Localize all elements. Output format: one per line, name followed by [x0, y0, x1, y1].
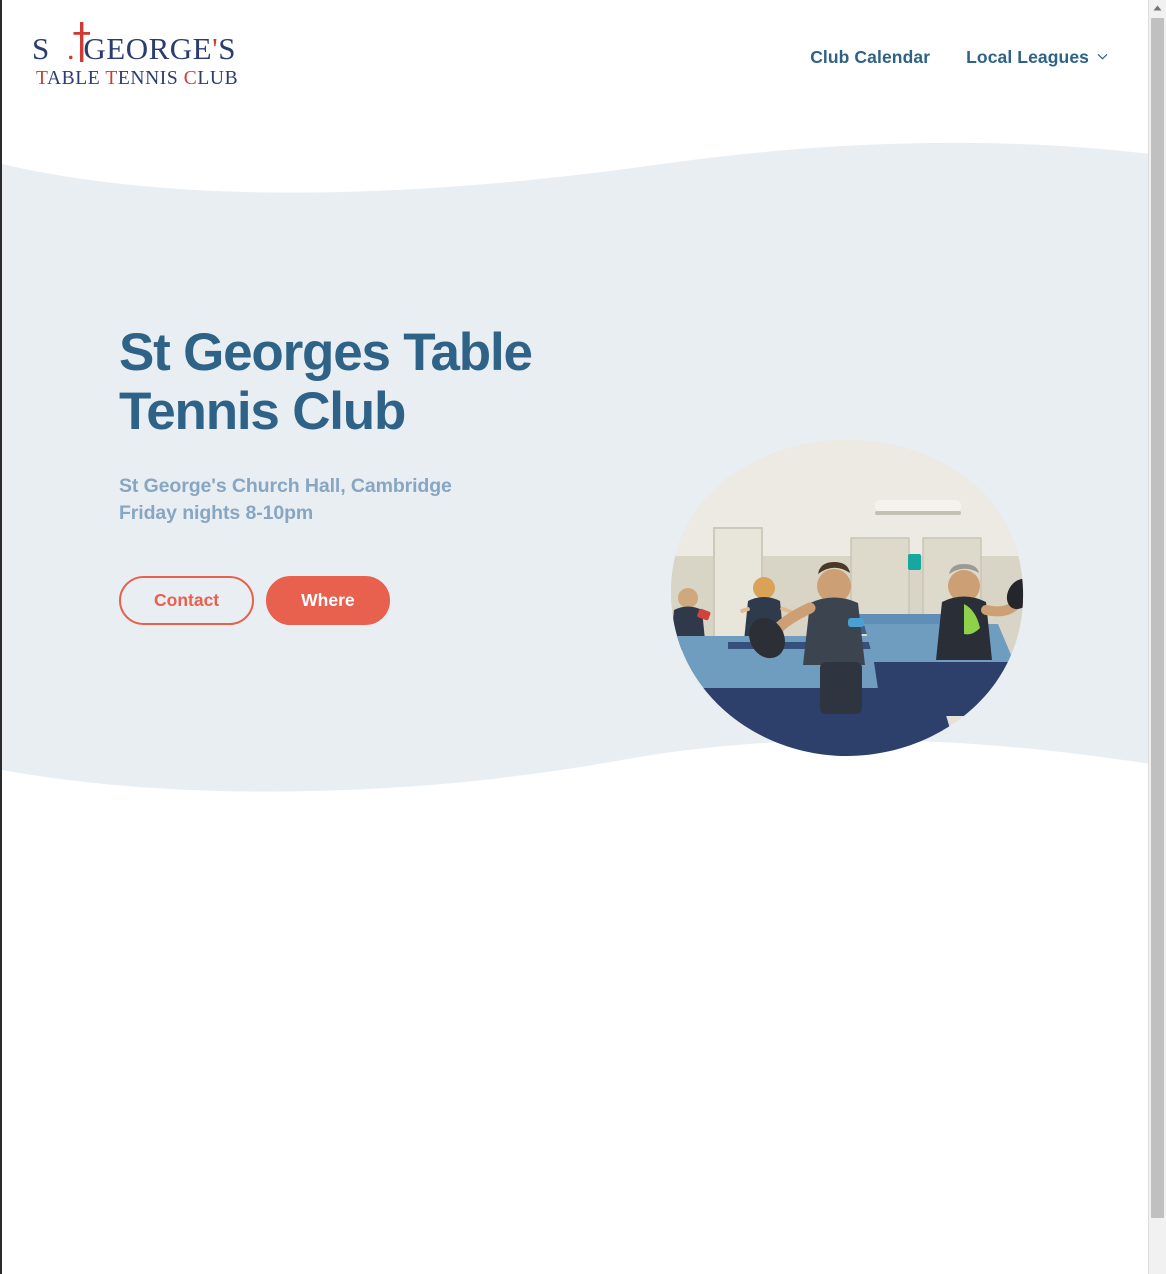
nav-item-club-calendar[interactable]: Club Calendar [810, 47, 930, 68]
logo-lub: LUB [197, 68, 239, 89]
page-content: ST. GEORGE'S TABLE TENNIS CLUB Club Cale… [2, 0, 1150, 1274]
nav-label-club-calendar: Club Calendar [810, 47, 931, 67]
hero-title-line-2: Tennis Club [119, 382, 406, 442]
nav-item-local-leagues[interactable]: Local Leagues [966, 47, 1108, 68]
hero-subtitle-times: Friday nights 8-10pm [119, 502, 314, 525]
main-navigation: Club Calendar Local Leagues [810, 47, 1108, 68]
hero-photo-image [670, 440, 1024, 756]
hero-photo [670, 440, 1024, 756]
contact-button[interactable]: Contact [119, 576, 255, 626]
logo-letter-s: S [32, 31, 50, 66]
logo-george: GEORGE [75, 31, 213, 66]
site-header: ST. GEORGE'S TABLE TENNIS CLUB Club Cale… [2, 0, 1150, 130]
nav-label-local-leagues: Local Leagues [966, 47, 1089, 67]
logo-c-club: C [183, 68, 198, 89]
hero-title: St Georges Table Tennis Club [119, 323, 639, 442]
where-button[interactable]: Where [266, 576, 390, 626]
hero-actions: Contact Where [119, 576, 639, 626]
scrollbar-thumb[interactable] [1151, 18, 1164, 1218]
scroll-up-arrow-icon [1153, 5, 1162, 11]
practice-section: Club Practice Nights We have four high q… [2, 818, 1150, 1274]
logo-able: ABLE [46, 68, 106, 89]
scrollbar-up-button[interactable] [1149, 0, 1166, 17]
logo-line-one: ST. GEORGE'S [32, 22, 262, 66]
hero-subtitle: St George's Church Hall, Cambridge Frida… [119, 473, 639, 528]
logo-ennis: ENNIS [117, 68, 184, 89]
logo-letter-s-final: S [218, 31, 236, 66]
hero-title-line-1: St Georges Table [119, 323, 533, 382]
hero-subtitle-location: St George's Church Hall, Cambridge [119, 474, 452, 497]
hero-copy: St Georges Table Tennis Club St George's… [119, 323, 639, 626]
hero-section: St Georges Table Tennis Club St George's… [2, 128, 1150, 818]
logo-t-tennis: T [105, 68, 118, 89]
logo-line-two: TABLE TENNIS CLUB [36, 69, 262, 89]
hero-content: St Georges Table Tennis Club St George's… [2, 128, 1150, 818]
chevron-down-icon [1097, 54, 1108, 60]
page-scrollbar[interactable] [1148, 0, 1166, 1274]
logo-t-table: T [36, 68, 47, 89]
site-logo[interactable]: ST. GEORGE'S TABLE TENNIS CLUB [32, 22, 262, 89]
logo-period: . [66, 31, 76, 66]
browser-viewport: ST. GEORGE'S TABLE TENNIS CLUB Club Cale… [0, 0, 1166, 1274]
